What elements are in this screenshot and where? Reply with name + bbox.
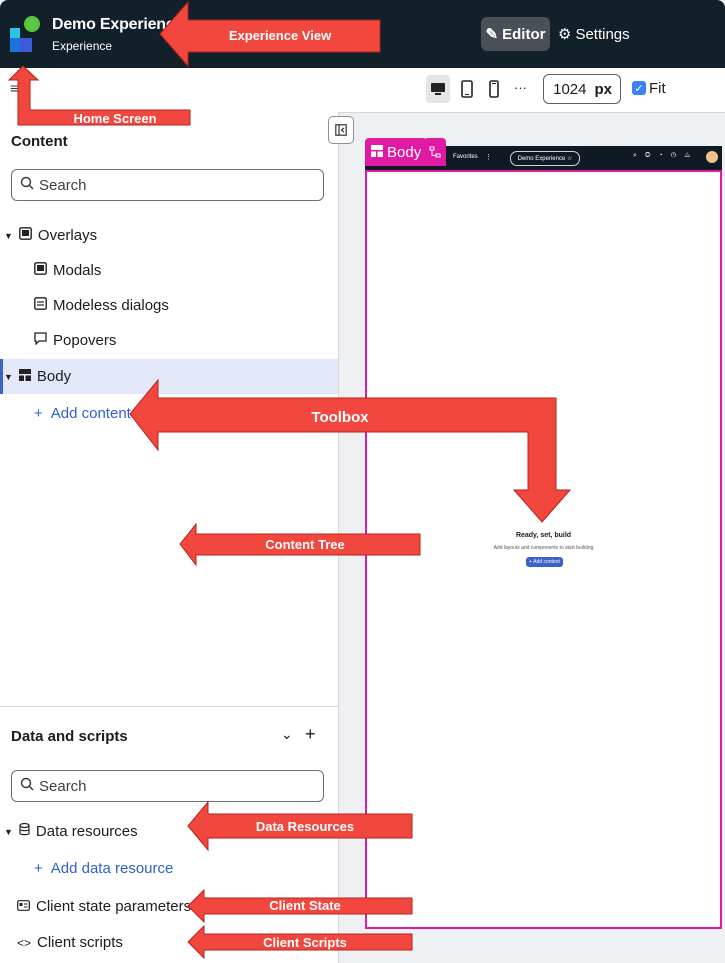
annotation-data-resources: Data Resources — [255, 819, 355, 834]
annotation-experience-view: Experience View — [228, 28, 332, 43]
annotation-toolbox: Toolbox — [311, 409, 369, 426]
annotation-content-tree: Content Tree — [265, 537, 345, 552]
annotation-home-screen: Home Screen — [73, 111, 157, 126]
arrow-toolbox — [129, 378, 572, 523]
annotation-client-scripts: Client Scripts — [263, 935, 347, 950]
annotation-client-state: Client State — [269, 898, 341, 913]
